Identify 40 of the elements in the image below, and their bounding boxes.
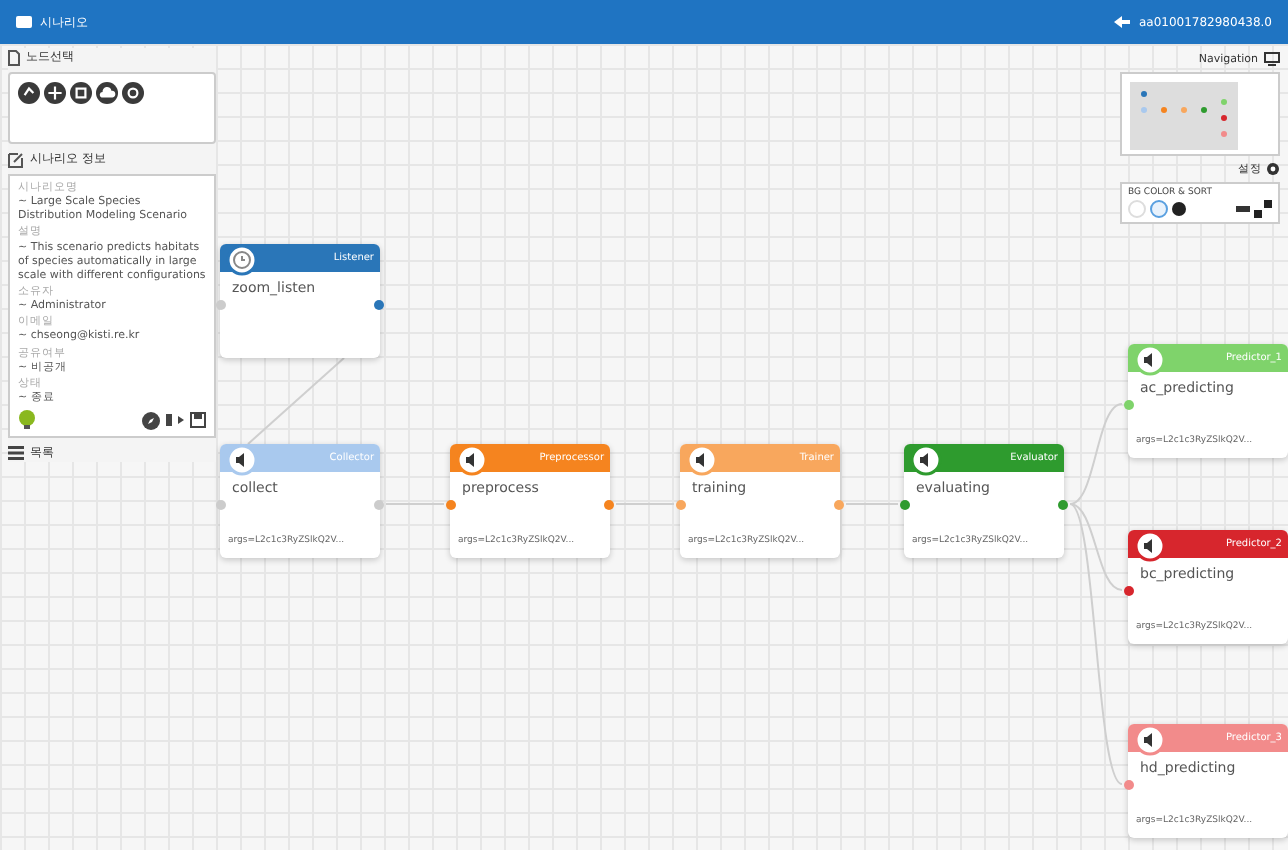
speaker-icon	[1134, 724, 1166, 756]
input-port[interactable]	[1124, 780, 1134, 790]
input-port[interactable]	[1124, 400, 1134, 410]
connector-line	[385, 503, 445, 505]
input-port[interactable]	[216, 500, 226, 510]
grid-sort-icon[interactable]	[1254, 200, 1272, 218]
monitor-icon	[1264, 52, 1280, 66]
connector-line	[247, 357, 345, 445]
output-port[interactable]	[604, 500, 614, 510]
input-port[interactable]	[900, 500, 910, 510]
document-icon	[8, 49, 20, 65]
square-icon[interactable]	[70, 82, 92, 104]
input-port[interactable]	[216, 300, 226, 310]
cloud-icon[interactable]	[96, 82, 118, 104]
edit-icon	[8, 151, 24, 167]
circle-icon[interactable]	[122, 82, 144, 104]
speaker-icon	[686, 444, 718, 476]
lightbulb-icon[interactable]	[18, 410, 36, 431]
speaker-icon	[456, 444, 488, 476]
arrow-icon	[1114, 16, 1131, 28]
output-port[interactable]	[1058, 500, 1068, 510]
input-port[interactable]	[676, 500, 686, 510]
clock-icon	[226, 244, 258, 276]
list-icon	[8, 446, 24, 461]
settings-icon[interactable]	[1266, 162, 1280, 176]
save-icon[interactable]	[190, 412, 206, 429]
input-port[interactable]	[446, 500, 456, 510]
output-port[interactable]	[834, 500, 844, 510]
input-port[interactable]	[1124, 586, 1134, 596]
export-icon[interactable]	[166, 412, 184, 429]
plus-icon[interactable]	[44, 82, 66, 104]
output-port[interactable]	[374, 300, 384, 310]
speaker-icon	[226, 444, 258, 476]
connector-line	[615, 503, 675, 505]
connector-line	[845, 503, 899, 505]
window-icon	[16, 16, 32, 28]
speaker-icon	[1134, 530, 1166, 562]
speaker-icon	[910, 444, 942, 476]
speaker-icon	[1134, 344, 1166, 376]
compass-icon[interactable]	[142, 411, 160, 430]
